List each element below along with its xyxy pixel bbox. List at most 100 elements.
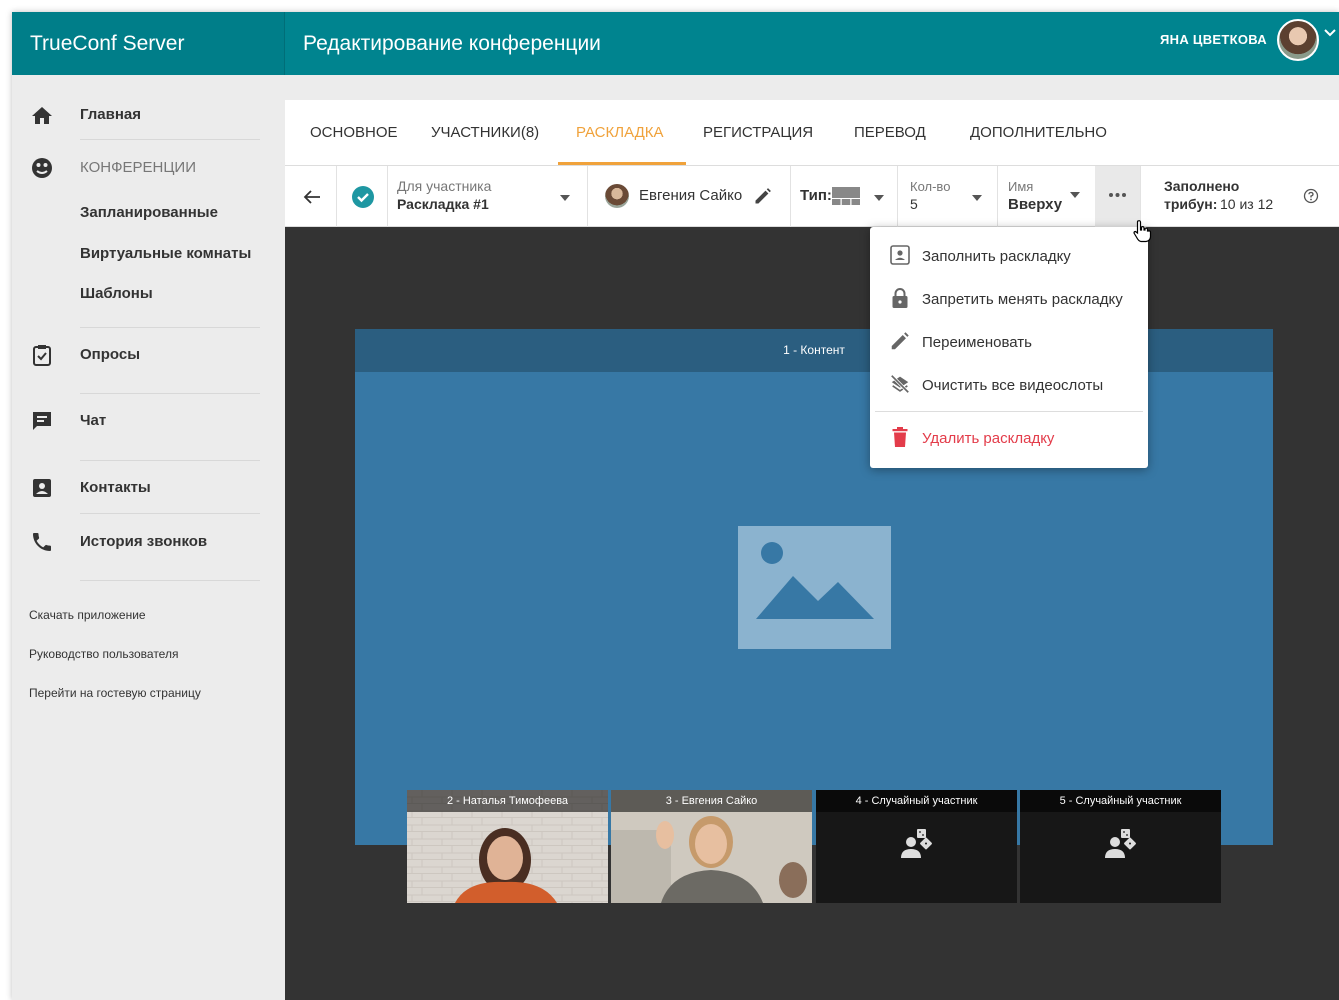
- participant-name: Евгения Сайко: [639, 187, 743, 204]
- home-icon: [32, 107, 52, 124]
- active-tab-indicator: [558, 162, 686, 165]
- menu-item-fill-layout[interactable]: Заполнить раскладку: [870, 235, 1148, 278]
- type-label: Тип:: [800, 187, 832, 204]
- video-slot-label: 5 - Случайный участник: [1020, 790, 1221, 812]
- layout-name: Раскладка #1: [397, 196, 489, 212]
- tribunes-value: 10 из 12: [1220, 196, 1274, 212]
- layers-clear-icon: [890, 374, 910, 394]
- sidebar-section-label: КОНФЕРЕНЦИИ: [80, 159, 196, 176]
- sidebar-item-templates[interactable]: Шаблоны: [80, 285, 153, 302]
- toolbar-separator: [997, 166, 998, 227]
- menu-item-label: Очистить все видеослоты: [922, 377, 1104, 394]
- caret-down-icon: [560, 195, 570, 201]
- toolbar-separator: [387, 166, 388, 227]
- menu-divider: [875, 411, 1143, 412]
- menu-item-clear-slots[interactable]: Очистить все видеослоты: [870, 364, 1148, 407]
- sidebar-item-call-history[interactable]: История звонков: [12, 529, 285, 559]
- caret-down-icon: [972, 195, 982, 201]
- filled-label: Заполнено: [1164, 178, 1240, 194]
- user-name[interactable]: ЯНА ЦВЕТКОВА: [1160, 12, 1267, 67]
- tab-main[interactable]: ОСНОВНОЕ: [310, 100, 398, 166]
- chevron-down-icon[interactable]: [1323, 26, 1337, 40]
- sidebar-divider: [80, 393, 260, 394]
- sidebar-item-label: Опросы: [80, 346, 141, 363]
- video-slot-label: 4 - Случайный участник: [816, 790, 1017, 812]
- layout-for-label: Для участника: [397, 178, 492, 194]
- layout-preview: 1 - Контент 2 - Наталья Тимофеева 3 - Ев…: [285, 227, 1339, 1000]
- chat-icon: [33, 412, 51, 430]
- sidebar-item-virtual-rooms[interactable]: Виртуальные комнаты: [80, 245, 251, 262]
- sidebar-divider: [80, 327, 260, 328]
- toolbar-separator: [336, 166, 337, 227]
- sidebar-divider: [80, 513, 260, 514]
- toolbar-separator: [587, 166, 588, 227]
- sidebar-item-label: История звонков: [80, 533, 208, 550]
- sidebar-divider: [80, 139, 260, 140]
- person-box-icon: [890, 245, 910, 265]
- video-slot-5[interactable]: 5 - Случайный участник: [1020, 790, 1221, 903]
- video-slot-3[interactable]: 3 - Евгения Сайко: [611, 790, 812, 903]
- top-bar: TrueConf Server Редактирование конференц…: [12, 12, 1339, 75]
- conference-icon: [32, 158, 52, 178]
- sidebar-section-conferences: КОНФЕРЕНЦИИ: [12, 155, 285, 185]
- menu-item-label: Переименовать: [922, 334, 1032, 351]
- tab-bar: ОСНОВНОЕ УЧАСТНИКИ(8) РАСКЛАДКА РЕГИСТРА…: [285, 100, 1339, 166]
- tab-translation[interactable]: ПЕРЕВОД: [854, 100, 926, 166]
- guest-page-link[interactable]: Перейти на гостевую страницу: [29, 686, 201, 700]
- toolbar-separator: [790, 166, 791, 227]
- participant-avatar: [605, 184, 629, 208]
- menu-item-rename[interactable]: Переименовать: [870, 321, 1148, 364]
- menu-item-lock-layout[interactable]: Запретить менять раскладку: [870, 278, 1148, 321]
- back-arrow-icon[interactable]: [300, 185, 324, 209]
- sidebar-item-label: Контакты: [80, 479, 151, 496]
- brand-logo[interactable]: TrueConf Server: [12, 12, 285, 75]
- user-guide-link[interactable]: Руководство пользователя: [29, 647, 178, 661]
- help-icon[interactable]: [1303, 188, 1319, 204]
- contact-card-icon: [33, 479, 51, 497]
- toolbar-separator: [897, 166, 898, 227]
- tab-layout[interactable]: РАСКЛАДКА: [576, 100, 664, 166]
- phone-icon: [33, 533, 51, 551]
- more-dots-icon: [1109, 193, 1126, 197]
- video-slot-label: 2 - Наталья Тимофеева: [407, 790, 608, 812]
- app-window: TrueConf Server Редактирование конференц…: [12, 12, 1339, 1000]
- toolbar-separator: [1140, 166, 1141, 227]
- caret-down-icon: [1070, 192, 1080, 198]
- check-circle-icon[interactable]: [351, 185, 375, 209]
- lock-icon: [892, 288, 908, 308]
- layout-options-menu: Заполнить раскладку Запретить менять рас…: [870, 227, 1148, 468]
- hand-cursor-icon: [1133, 220, 1152, 243]
- sidebar-item-label: Главная: [80, 106, 142, 123]
- sidebar-item-chat[interactable]: Чат: [12, 409, 285, 439]
- download-app-link[interactable]: Скачать приложение: [29, 608, 146, 622]
- layout-type-icon: [832, 187, 860, 205]
- more-options-button[interactable]: [1095, 166, 1140, 227]
- caret-down-icon: [874, 195, 884, 201]
- sidebar: Главная КОНФЕРЕНЦИИ Запланированные Вирт…: [12, 75, 285, 1000]
- tab-participants[interactable]: УЧАСТНИКИ(8): [431, 100, 539, 166]
- video-slot-4[interactable]: 4 - Случайный участник: [816, 790, 1017, 903]
- pencil-icon: [891, 332, 909, 350]
- image-placeholder-icon: [738, 526, 891, 649]
- layout-toolbar: Для участника Раскладка #1 Евгения Сайко…: [285, 166, 1339, 227]
- count-value: 5: [910, 196, 918, 212]
- video-slot-label: 3 - Евгения Сайко: [611, 790, 812, 812]
- menu-item-label: Удалить раскладку: [922, 430, 1055, 447]
- menu-item-delete-layout[interactable]: Удалить раскладку: [870, 417, 1148, 460]
- sidebar-item-label: Чат: [80, 412, 107, 429]
- tab-registration[interactable]: РЕГИСТРАЦИЯ: [703, 100, 813, 166]
- tab-additional[interactable]: ДОПОЛНИТЕЛЬНО: [970, 100, 1107, 166]
- count-label: Кол-во: [910, 179, 951, 194]
- sidebar-item-scheduled[interactable]: Запланированные: [80, 204, 218, 221]
- sidebar-item-polls[interactable]: Опросы: [12, 343, 285, 373]
- page-title: Редактирование конференции: [303, 32, 601, 55]
- video-slot-2[interactable]: 2 - Наталья Тимофеева: [407, 790, 608, 903]
- trash-icon: [892, 427, 908, 447]
- sidebar-item-home[interactable]: Главная: [12, 102, 285, 132]
- tribunes-label: трибун:: [1164, 196, 1218, 212]
- sidebar-item-contacts[interactable]: Контакты: [12, 475, 285, 505]
- name-position-value: Вверху: [1008, 196, 1063, 213]
- user-avatar[interactable]: [1277, 19, 1319, 61]
- random-participant-icon: [1105, 829, 1136, 858]
- pencil-icon[interactable]: [753, 186, 773, 206]
